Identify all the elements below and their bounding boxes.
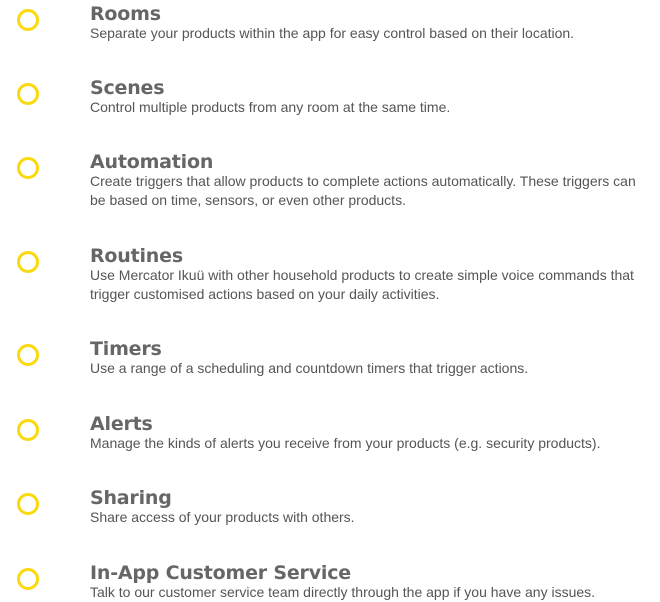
feature-description: Separate your products within the app fo… (90, 25, 575, 41)
feature-title: Scenes (90, 77, 165, 99)
circle-outline-icon (17, 157, 39, 179)
feature-description: Manage the kinds of alerts you receive f… (90, 435, 601, 451)
feature-description: Create triggers that allow products to c… (90, 173, 636, 208)
feature-list: Rooms Separate your products within the … (0, 0, 660, 602)
feature-title: Routines (90, 245, 183, 267)
circle-outline-icon (17, 493, 39, 515)
feature-title: Rooms (90, 3, 161, 25)
circle-outline-icon (17, 9, 39, 31)
feature-title: Alerts (90, 413, 153, 435)
feature-title: Automation (90, 151, 214, 173)
circle-outline-icon (17, 568, 39, 590)
feature-description: Use a range of a scheduling and countdow… (90, 360, 529, 376)
circle-outline-icon (17, 83, 39, 105)
feature-description: Use Mercator Ikuü with other household p… (90, 267, 634, 302)
circle-outline-icon (17, 251, 39, 273)
feature-title: Sharing (90, 487, 172, 509)
feature-description: Talk to our customer service team direct… (90, 584, 596, 600)
circle-outline-icon (17, 344, 39, 366)
feature-title: Timers (90, 338, 162, 360)
feature-description: Share access of your products with other… (90, 509, 355, 525)
circle-outline-icon (17, 419, 39, 441)
feature-description: Control multiple products from any room … (90, 99, 451, 115)
feature-title: In-App Customer Service (90, 562, 351, 584)
